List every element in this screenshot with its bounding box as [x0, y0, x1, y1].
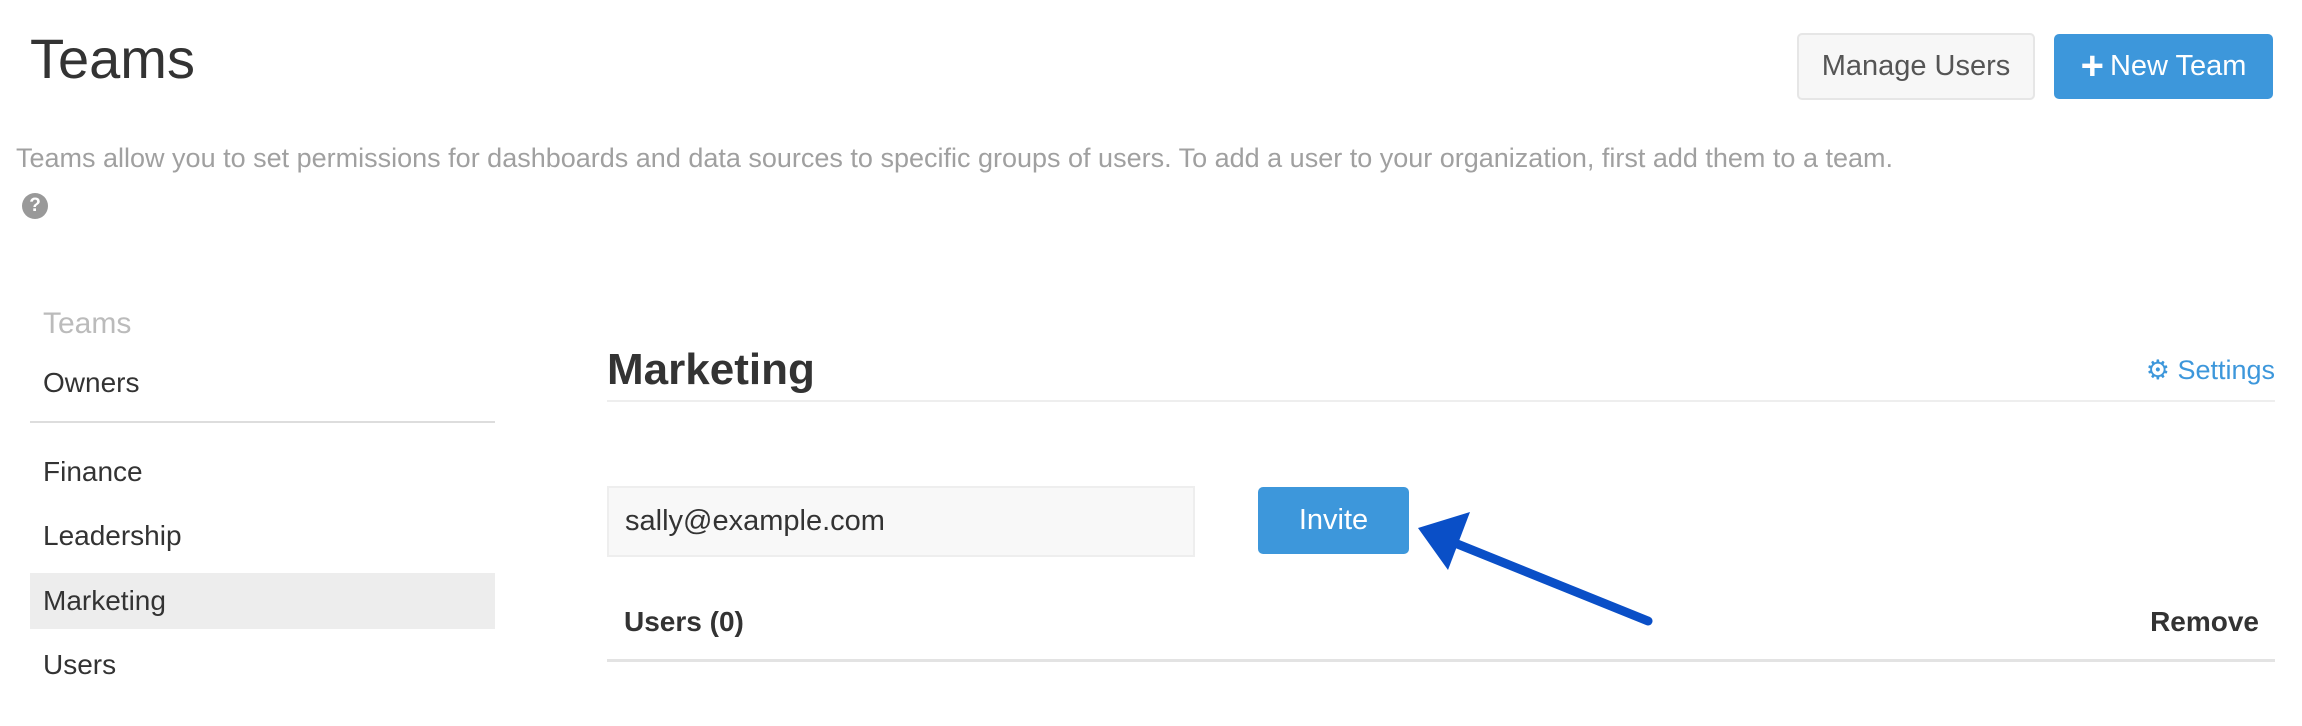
- team-title: Marketing: [607, 345, 815, 394]
- page-title: Teams: [30, 27, 195, 90]
- remove-column-header: Remove: [2150, 606, 2259, 637]
- sidebar-item-owners[interactable]: Owners: [30, 355, 495, 411]
- sidebar-item-finance[interactable]: Finance: [30, 444, 495, 500]
- sidebar-item-users[interactable]: Users: [30, 637, 495, 693]
- settings-label: Settings: [2177, 355, 2275, 385]
- gear-icon: ⚙: [2145, 355, 2170, 385]
- sidebar-item-marketing[interactable]: Marketing: [30, 573, 495, 629]
- plus-icon: +: [2080, 44, 2104, 88]
- sidebar-heading: Teams: [43, 307, 132, 340]
- header-divider: [607, 400, 2275, 402]
- description-text: Teams allow you to set permissions for d…: [16, 143, 1893, 173]
- sidebar-item-leadership[interactable]: Leadership: [30, 508, 495, 564]
- users-column-header: Users (0): [624, 606, 744, 637]
- invite-email-input[interactable]: [607, 486, 1195, 557]
- invite-button[interactable]: Invite: [1258, 487, 1409, 554]
- new-team-button[interactable]: + New Team: [2054, 34, 2273, 99]
- manage-users-button[interactable]: Manage Users: [1797, 33, 2035, 100]
- page-description: Teams allow you to set permissions for d…: [16, 138, 1896, 220]
- help-icon[interactable]: ?: [22, 192, 48, 219]
- settings-link[interactable]: ⚙ Settings: [2146, 355, 2275, 386]
- sidebar-divider: [30, 421, 495, 423]
- new-team-label: New Team: [2109, 50, 2247, 82]
- table-divider: [607, 659, 2275, 662]
- arrow-annotation: [1418, 512, 1653, 626]
